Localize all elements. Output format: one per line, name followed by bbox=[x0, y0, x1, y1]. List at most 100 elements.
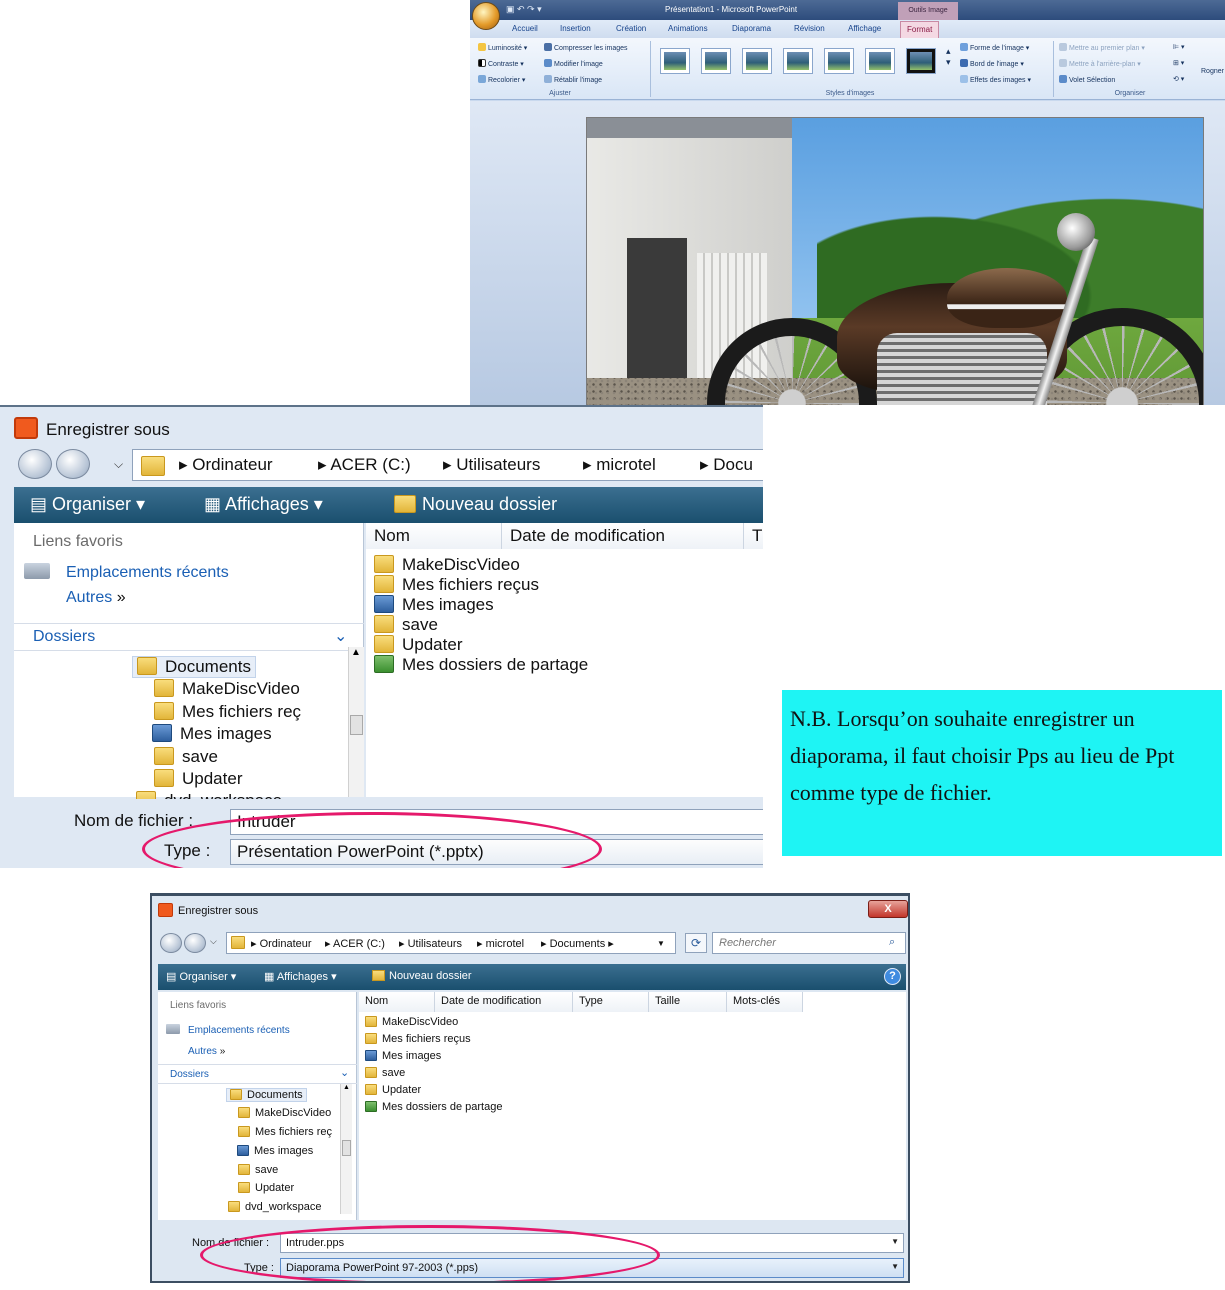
modifier-image-button[interactable]: Modifier l'image bbox=[544, 59, 603, 68]
dropdown-arrow-icon[interactable]: ▼ bbox=[891, 1237, 899, 1246]
breadcrumb-ordinateur[interactable]: ▸ Ordinateur bbox=[251, 937, 312, 950]
forme-image-button[interactable]: Forme de l'image ▾ bbox=[960, 43, 1029, 52]
breadcrumb-acer[interactable]: ▸ ACER (C:) bbox=[325, 937, 385, 950]
scroll-thumb[interactable] bbox=[342, 1140, 351, 1156]
breadcrumb[interactable]: ▸ Ordinateur ▸ ACER (C:) ▸ Utilisateurs … bbox=[132, 449, 763, 481]
file-item[interactable]: Mes images bbox=[374, 595, 494, 615]
file-item[interactable]: MakeDiscVideo bbox=[365, 1016, 458, 1028]
dropdown-arrow-icon[interactable]: ▼ bbox=[891, 1262, 899, 1271]
picture-style-5[interactable] bbox=[824, 48, 854, 74]
office-button[interactable] bbox=[472, 2, 500, 30]
collapse-chevron-icon[interactable]: ⌄ bbox=[334, 626, 347, 646]
nouveau-dossier-button[interactable]: Nouveau dossier bbox=[394, 494, 557, 515]
tree-item-mes-fichiers[interactable]: Mes fichiers reç bbox=[154, 702, 301, 722]
folders-header-bar[interactable]: Dossiers ⌄ bbox=[14, 623, 364, 651]
tab-format[interactable]: Format bbox=[900, 21, 940, 38]
column-nom[interactable]: Nom bbox=[366, 523, 502, 549]
collapse-chevron-icon[interactable]: ⌄ bbox=[340, 1066, 349, 1079]
back-button[interactable] bbox=[160, 933, 182, 953]
tree-item-mes-fichiers[interactable]: Mes fichiers reç bbox=[238, 1126, 332, 1138]
tab-insertion[interactable]: Insertion bbox=[560, 24, 591, 33]
file-item[interactable]: Mes fichiers reçus bbox=[374, 575, 539, 595]
refresh-icon[interactable]: ⟳ bbox=[685, 933, 707, 953]
file-item[interactable]: Updater bbox=[365, 1084, 421, 1096]
organiser-button[interactable]: ▤ Organiser ▾ bbox=[30, 494, 145, 515]
tab-accueil[interactable]: Accueil bbox=[512, 24, 538, 33]
styles-gallery-scroll[interactable]: ▴ ▾ bbox=[946, 46, 951, 68]
picture-style-3[interactable] bbox=[742, 48, 772, 74]
breadcrumb-documents[interactable]: ▸ Docu bbox=[700, 455, 753, 475]
tree-item-updater[interactable]: Updater bbox=[154, 769, 242, 789]
close-button[interactable]: X bbox=[868, 900, 908, 918]
forward-button[interactable] bbox=[184, 933, 206, 953]
picture-style-2[interactable] bbox=[701, 48, 731, 74]
favorite-emplacements-recents[interactable]: Emplacements récents bbox=[166, 1024, 290, 1036]
tab-diaporama[interactable]: Diaporama bbox=[732, 24, 771, 33]
tree-scrollbar[interactable]: ▲ bbox=[348, 647, 364, 797]
scroll-thumb[interactable] bbox=[350, 715, 363, 735]
tab-revision[interactable]: Révision bbox=[794, 24, 825, 33]
tree-scrollbar[interactable]: ▲ bbox=[340, 1084, 352, 1214]
type-select[interactable]: Présentation PowerPoint (*.pptx) bbox=[230, 839, 763, 865]
file-item[interactable]: Mes fichiers reçus bbox=[365, 1033, 471, 1045]
forward-button[interactable] bbox=[56, 449, 90, 479]
column-type[interactable]: T bbox=[744, 523, 763, 549]
arriere-plan-button[interactable]: Mettre à l'arrière-plan ▾ bbox=[1059, 59, 1141, 68]
column-taille[interactable]: Taille bbox=[649, 992, 727, 1012]
column-date[interactable]: Date de modification bbox=[502, 523, 744, 549]
tab-animations[interactable]: Animations bbox=[668, 24, 708, 33]
tree-item-mes-images[interactable]: Mes images bbox=[237, 1145, 313, 1157]
file-item[interactable]: Mes dossiers de partage bbox=[365, 1101, 502, 1113]
tab-affichage[interactable]: Affichage bbox=[848, 24, 881, 33]
breadcrumb[interactable]: ▸ Ordinateur ▸ ACER (C:) ▸ Utilisateurs … bbox=[226, 932, 676, 954]
motorcycle-photo[interactable] bbox=[586, 117, 1204, 405]
breadcrumb-ordinateur[interactable]: ▸ Ordinateur bbox=[179, 455, 273, 475]
tree-item-makediscvideo[interactable]: MakeDiscVideo bbox=[154, 679, 300, 699]
bord-image-button[interactable]: Bord de l'image ▾ bbox=[960, 59, 1024, 68]
column-type[interactable]: Type bbox=[573, 992, 649, 1012]
breadcrumb-microtel[interactable]: ▸ microtel bbox=[477, 937, 524, 950]
column-mots-cles[interactable]: Mots-clés bbox=[727, 992, 803, 1012]
compresser-button[interactable]: Compresser les images bbox=[544, 43, 628, 52]
breadcrumb-utilisateurs[interactable]: ▸ Utilisateurs bbox=[399, 937, 462, 950]
search-input[interactable]: Rechercher ⌕ bbox=[712, 932, 906, 954]
tab-creation[interactable]: Création bbox=[616, 24, 646, 33]
history-dropdown-icon[interactable]: ⌵ bbox=[114, 457, 123, 472]
file-item[interactable]: MakeDiscVideo bbox=[374, 555, 520, 575]
group-icon[interactable]: ⊞ ▾ bbox=[1173, 59, 1184, 67]
tree-item-documents[interactable]: Documents bbox=[226, 1088, 307, 1102]
breadcrumb-utilisateurs[interactable]: ▸ Utilisateurs bbox=[443, 455, 540, 475]
folders-header-bar[interactable]: Dossiers ⌄ bbox=[158, 1064, 357, 1084]
column-date[interactable]: Date de modification bbox=[435, 992, 573, 1012]
favorite-autres[interactable]: Autres » bbox=[66, 589, 126, 607]
filename-input[interactable]: Intruder bbox=[230, 809, 763, 835]
volet-selection-button[interactable]: Volet Sélection bbox=[1059, 75, 1115, 84]
affichages-button[interactable]: ▦ Affichages ▾ bbox=[264, 970, 337, 983]
luminosite-button[interactable]: Luminosité ▾ bbox=[478, 43, 527, 52]
tree-item-save[interactable]: save bbox=[238, 1164, 278, 1176]
file-item[interactable]: save bbox=[374, 615, 438, 635]
picture-style-4[interactable] bbox=[783, 48, 813, 74]
breadcrumb-microtel[interactable]: ▸ microtel bbox=[583, 455, 656, 475]
recolorier-button[interactable]: Recolorier ▾ bbox=[478, 75, 525, 84]
scroll-up-icon[interactable]: ▲ bbox=[343, 1084, 350, 1091]
breadcrumb-dropdown-icon[interactable]: ▼ bbox=[657, 939, 665, 948]
tree-item-documents[interactable]: Documents bbox=[132, 656, 256, 678]
file-item[interactable]: Mes dossiers de partage bbox=[374, 655, 588, 675]
retablir-image-button[interactable]: Rétablir l'image bbox=[544, 75, 602, 84]
column-nom[interactable]: Nom bbox=[359, 992, 435, 1012]
premier-plan-button[interactable]: Mettre au premier plan ▾ bbox=[1059, 43, 1145, 52]
search-icon[interactable]: ⌕ bbox=[889, 936, 895, 949]
scroll-up-icon[interactable]: ▲ bbox=[351, 647, 361, 658]
align-icon[interactable]: ⊫ ▾ bbox=[1173, 43, 1185, 51]
history-dropdown-icon[interactable]: ⌵ bbox=[210, 936, 217, 947]
favorite-autres[interactable]: Autres » bbox=[188, 1046, 225, 1057]
tree-item-dvd-workspace[interactable]: dvd_workspace bbox=[228, 1201, 321, 1213]
picture-style-7[interactable] bbox=[906, 48, 936, 74]
file-item[interactable]: Updater bbox=[374, 635, 462, 655]
quick-access-toolbar[interactable]: ▣ ↶ ↷ ▾ bbox=[506, 4, 542, 15]
tree-item-makediscvideo[interactable]: MakeDiscVideo bbox=[238, 1107, 331, 1119]
file-item[interactable]: save bbox=[365, 1067, 405, 1079]
tree-item-mes-images[interactable]: Mes images bbox=[152, 724, 272, 744]
favorite-emplacements-recents[interactable]: Emplacements récents bbox=[24, 563, 229, 582]
